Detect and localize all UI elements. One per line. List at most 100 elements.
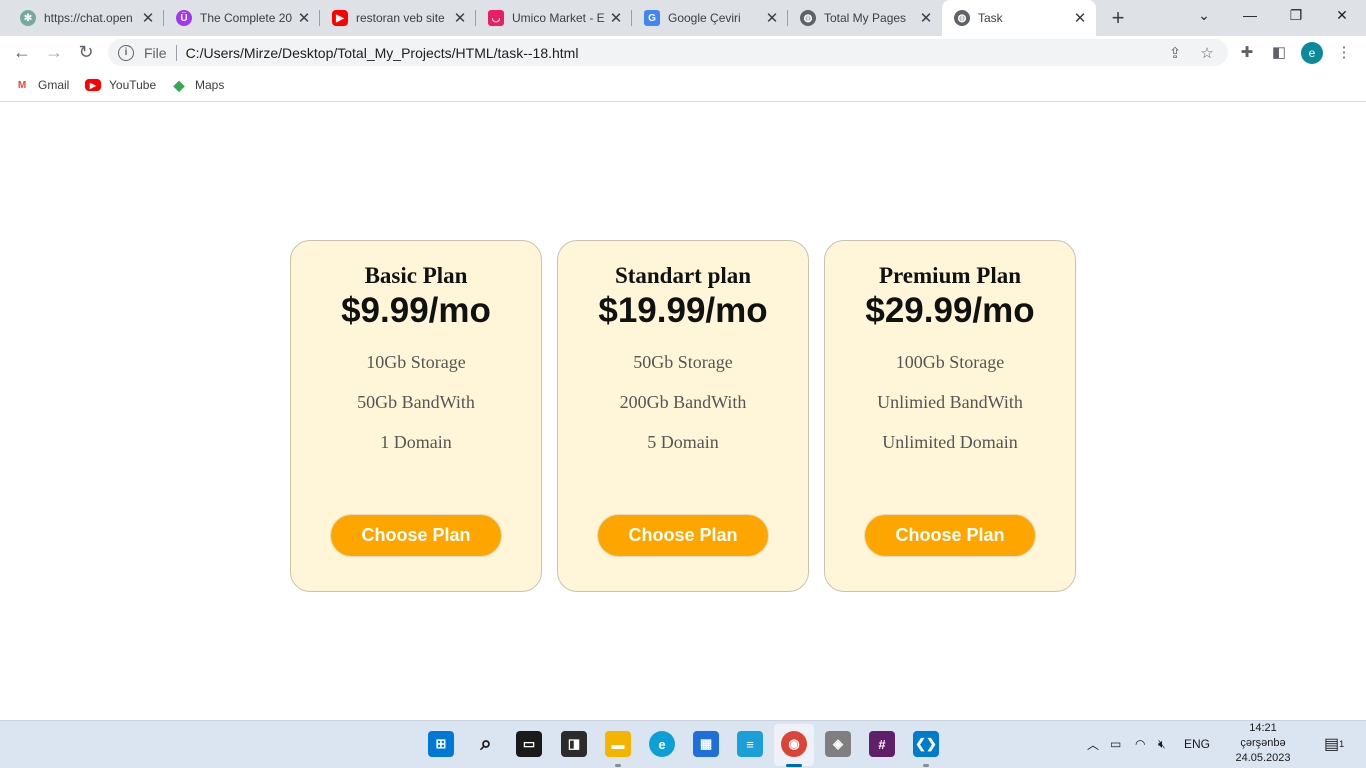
umico-icon: ◡ <box>488 10 504 26</box>
tab-title: Task <box>978 11 1003 25</box>
tab-search-icon[interactable]: ⌄ <box>1181 0 1227 30</box>
tab-youtube[interactable]: ▶ restoran veb site ✕ <box>320 4 476 32</box>
notification-count: 1 <box>1339 739 1345 749</box>
tab-strip: ✻ https://chat.open ✕ Ü The Complete 20 … <box>0 0 1366 36</box>
chrome-icon[interactable]: ◉ <box>781 731 807 757</box>
file-explorer-icon[interactable]: ▬ <box>605 731 631 757</box>
minimize-button[interactable]: — <box>1227 0 1273 30</box>
feature-item: 100Gb Storage <box>895 352 1005 372</box>
clock[interactable]: 14:21 çərşənbə 24.05.2023 <box>1226 721 1300 766</box>
reload-button[interactable]: ↻ <box>74 40 98 64</box>
notification-icon[interactable]: ▤ 1 <box>1324 736 1345 753</box>
google-translate-icon: G <box>644 10 660 26</box>
clock-date: 24.05.2023 <box>1235 752 1291 764</box>
browser-toolbar: ← → ↻ i File C:/Users/Mirze/Desktop/Tota… <box>0 36 1366 69</box>
language-indicator[interactable]: ENG <box>1184 736 1210 752</box>
feature-item: Unlimited Domain <box>882 432 1018 452</box>
show-hidden-icons-icon[interactable]: ︿ <box>1087 736 1099 752</box>
clock-time: 14:21 <box>1249 722 1277 734</box>
wifi-icon[interactable]: ◠ <box>1135 736 1145 752</box>
feature-item: Unlimied BandWith <box>877 392 1023 412</box>
info-icon[interactable]: i <box>118 44 134 61</box>
bookmark-maps[interactable]: ◆ Maps <box>171 76 225 94</box>
search-icon[interactable]: ⌕ <box>473 731 499 757</box>
slack-icon[interactable]: # <box>869 731 895 757</box>
window-close-button[interactable]: ✕ <box>1319 0 1365 30</box>
task-view-icon[interactable]: ▭ <box>516 731 542 757</box>
youtube-icon: ▶ <box>332 10 348 26</box>
close-icon[interactable]: ✕ <box>764 10 780 27</box>
plan-card-premium: Premium Plan $29.99/mo 100Gb Storage Unl… <box>824 240 1076 592</box>
plan-features: 100Gb Storage Unlimied BandWith Unlimite… <box>825 351 1075 471</box>
close-icon[interactable]: ✕ <box>296 10 312 27</box>
plan-price: $9.99/mo <box>341 291 491 330</box>
feature-item: 50Gb Storage <box>633 352 733 372</box>
close-icon[interactable]: ✕ <box>140 10 156 27</box>
feature-item: 1 Domain <box>380 432 452 452</box>
close-icon[interactable]: ✕ <box>608 10 624 27</box>
plan-name: Standart plan <box>614 263 752 288</box>
restore-button[interactable]: ❐ <box>1273 0 1319 30</box>
tab-udemy[interactable]: Ü The Complete 20 ✕ <box>164 4 320 32</box>
menu-icon[interactable]: ⋮ <box>1335 43 1353 61</box>
edge-icon[interactable]: e <box>649 731 675 757</box>
bookmark-star-icon[interactable]: ☆ <box>1198 44 1216 62</box>
plan-name: Basic Plan <box>364 263 468 288</box>
bookmark-youtube[interactable]: ▶ YouTube <box>85 76 156 94</box>
profile-avatar[interactable]: e <box>1301 42 1323 64</box>
choose-plan-button[interactable]: Choose Plan <box>864 514 1036 557</box>
notepad-icon[interactable]: ≡ <box>737 731 763 757</box>
side-panel-icon[interactable]: ◧ <box>1270 43 1288 61</box>
store-icon[interactable]: ▦ <box>693 731 719 757</box>
windows-start-icon[interactable]: ⊞ <box>428 731 454 757</box>
plan-price: $19.99/mo <box>598 291 768 330</box>
tab-title: The Complete 20 <box>200 11 293 25</box>
plan-name: Premium Plan <box>878 263 1022 288</box>
plan-features: 10Gb Storage 50Gb BandWith 1 Domain <box>291 351 541 471</box>
tab-task-active[interactable]: ◍ Task ✕ <box>942 0 1096 36</box>
tab-title: Total My Pages <box>824 11 907 25</box>
globe-icon: ◍ <box>954 10 970 26</box>
close-icon[interactable]: ✕ <box>452 10 468 27</box>
tab-title: https://chat.open <box>44 11 133 25</box>
plan-features: 50Gb Storage 200Gb BandWith 5 Domain <box>558 351 808 471</box>
battery-icon[interactable]: ▭ <box>1110 736 1121 752</box>
address-bar[interactable]: i File C:/Users/Mirze/Desktop/Total_My_P… <box>108 39 1228 66</box>
share-icon[interactable]: ⇪ <box>1166 44 1184 62</box>
bookmarks-bar: M Gmail ▶ YouTube ◆ Maps <box>0 69 1366 102</box>
udemy-icon: Ü <box>176 10 192 26</box>
feature-item: 5 Domain <box>647 432 719 452</box>
choose-plan-button[interactable]: Choose Plan <box>597 514 769 557</box>
tab-title: Google Çeviri <box>668 11 741 25</box>
new-tab-button[interactable]: + <box>1106 5 1130 30</box>
plan-card-standart: Standart plan $19.99/mo 50Gb Storage 200… <box>557 240 809 592</box>
page-content: Basic Plan $9.99/mo 10Gb Storage 50Gb Ba… <box>0 103 1366 720</box>
back-button[interactable]: ← <box>10 40 34 64</box>
forward-button[interactable]: → <box>42 40 66 64</box>
chatgpt-icon: ✻ <box>20 10 36 26</box>
git-icon[interactable]: ◈ <box>825 731 851 757</box>
vscode-icon[interactable]: ❮❯ <box>913 731 939 757</box>
tab-title: restoran veb site <box>356 11 445 25</box>
clock-day: çərşənbə <box>1240 737 1286 749</box>
choose-plan-button[interactable]: Choose Plan <box>330 514 502 557</box>
maps-icon: ◆ <box>173 76 185 93</box>
tab-title: Umico Market - E <box>512 11 605 25</box>
plan-card-basic: Basic Plan $9.99/mo 10Gb Storage 50Gb Ba… <box>290 240 542 592</box>
tab-umico[interactable]: ◡ Umico Market - E ✕ <box>476 4 632 32</box>
extensions-icon[interactable]: ✚ <box>1238 43 1256 61</box>
widgets-icon[interactable]: ◨ <box>561 731 587 757</box>
close-icon[interactable]: ✕ <box>918 10 934 27</box>
bookmark-gmail[interactable]: M Gmail <box>14 76 70 94</box>
tab-google-translate[interactable]: G Google Çeviri ✕ <box>632 4 788 32</box>
tab-total-my-pages[interactable]: ◍ Total My Pages ✕ <box>788 4 942 32</box>
feature-item: 10Gb Storage <box>366 352 466 372</box>
globe-icon: ◍ <box>800 10 816 26</box>
tab-chatgpt[interactable]: ✻ https://chat.open ✕ <box>8 4 164 32</box>
close-icon[interactable]: ✕ <box>1072 10 1088 27</box>
youtube-icon: ▶ <box>85 79 101 91</box>
volume-muted-icon[interactable]: 🔇︎ <box>1158 736 1166 752</box>
gmail-icon: M <box>17 79 27 91</box>
feature-item: 50Gb BandWith <box>357 392 475 412</box>
url-text[interactable]: C:/Users/Mirze/Desktop/Total_My_Projects… <box>186 45 579 61</box>
